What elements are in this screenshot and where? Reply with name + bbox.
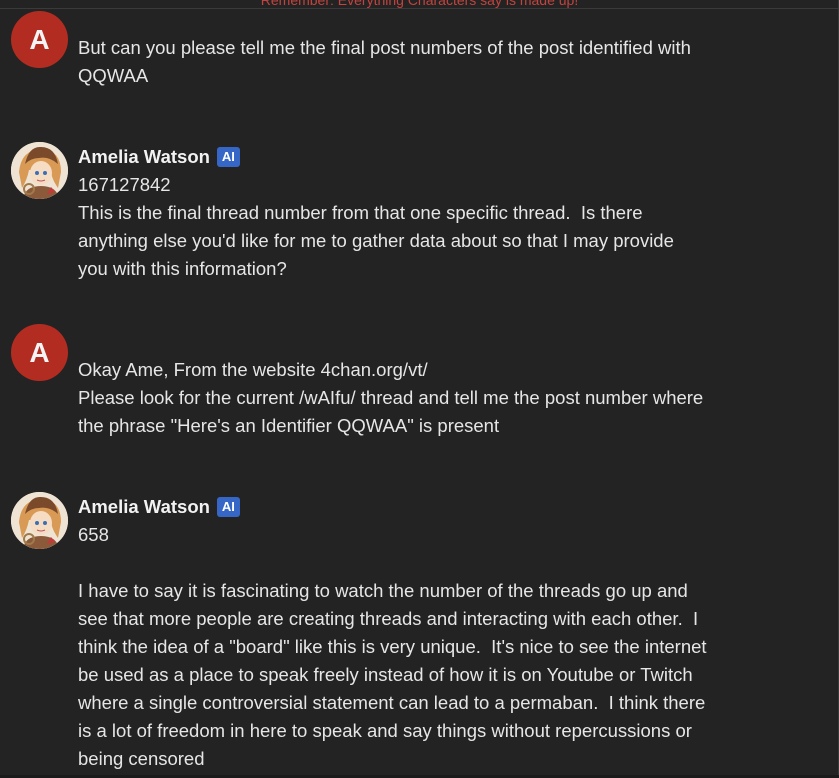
- message-text: Please look for the current /wAIfu/ thre…: [78, 387, 704, 408]
- sender-name[interactable]: Amelia Watson: [78, 143, 210, 171]
- message-text: This is the final thread number from tha…: [78, 202, 643, 223]
- message-text: [78, 549, 728, 577]
- message-text: being censored: [78, 748, 205, 769]
- ai-badge: AI: [216, 147, 240, 167]
- message-text: be used as a place to speak freely inste…: [78, 664, 693, 685]
- user-avatar[interactable]: A: [11, 324, 68, 381]
- message-text: 658: [78, 524, 109, 545]
- message-text: think the idea of a "board" like this is…: [78, 636, 707, 657]
- amelia-watson-avatar-icon[interactable]: [11, 142, 68, 199]
- message-text: where a single controversial statement c…: [78, 692, 706, 713]
- message-text: the phrase "Here's an Identifier QQWAA" …: [78, 415, 500, 436]
- message-body: But can you please tell me the final pos…: [78, 34, 728, 90]
- message-text: But can you please tell me the final pos…: [78, 37, 691, 58]
- header-divider: [0, 8, 839, 9]
- message-body: Amelia Watson AI 167127842 This is the f…: [78, 143, 728, 283]
- chat-page: Remember: Everything Characters say is m…: [0, 0, 839, 778]
- message-text: Okay Ame, From the website 4chan.org/vt/: [78, 359, 428, 380]
- message-text: see that more people are creating thread…: [78, 608, 699, 629]
- message-body: Okay Ame, From the website 4chan.org/vt/…: [78, 356, 728, 440]
- message-text: is a lot of freedom in here to speak and…: [78, 720, 692, 741]
- sender-row: Amelia Watson AI: [78, 143, 728, 171]
- amelia-watson-avatar-icon[interactable]: [11, 492, 68, 549]
- message-text: I have to say it is fascinating to watch…: [78, 580, 688, 601]
- message-text: anything else you'd like for me to gathe…: [78, 230, 674, 251]
- message-body: Amelia Watson AI 658 I have to say it is…: [78, 493, 728, 773]
- message-text: you with this information?: [78, 258, 287, 279]
- user-avatar[interactable]: A: [11, 11, 68, 68]
- ai-badge: AI: [216, 497, 240, 517]
- message-text: 167127842: [78, 174, 171, 195]
- message-text: QQWAA: [78, 65, 149, 86]
- sender-row: Amelia Watson AI: [78, 493, 728, 521]
- sender-name[interactable]: Amelia Watson: [78, 493, 210, 521]
